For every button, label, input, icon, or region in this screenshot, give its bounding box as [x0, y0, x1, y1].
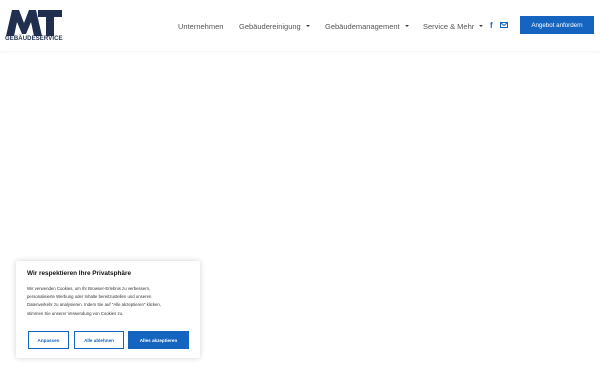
- cookie-text-line: Wir verwenden Cookies, um Ihr Browser-Er…: [27, 286, 151, 291]
- nav-item-gebaeudereinigung[interactable]: Gebäudereinigung: [239, 20, 310, 32]
- nav-item-label: Gebäudemanagement: [325, 21, 400, 31]
- mail-icon[interactable]: [500, 22, 508, 28]
- reject-all-cookies-button[interactable]: Alle ablehnen: [74, 331, 124, 349]
- chevron-down-icon: [404, 25, 409, 27]
- request-quote-button[interactable]: Angebot anfordern: [520, 16, 594, 34]
- cookie-text-line: Datenverkehr zu analysieren. Indem Sie a…: [27, 302, 161, 308]
- nav-item-label: Gebäudereinigung: [239, 21, 301, 31]
- chevron-down-icon: [305, 25, 310, 27]
- nav-item-service-mehr[interactable]: Service & Mehr: [423, 20, 484, 32]
- cookie-text-line: stimmen Sie unserer Verwendung von Cooki…: [27, 310, 124, 316]
- facebook-icon[interactable]: f: [490, 21, 496, 31]
- nav-item-gebaeudemanagement[interactable]: Gebäudemanagement: [325, 20, 409, 32]
- nav-item-label: Service & Mehr: [423, 21, 475, 31]
- site-header: GEBÄUDESERVICE Unternehmen Gebäudereinig…: [0, 0, 600, 51]
- logo-subtitle: GEBÄUDESERVICE: [5, 36, 63, 42]
- cookie-consent-banner: Wir respektieren Ihre Privatsphäre Wir v…: [16, 261, 200, 358]
- nav-item-unternehmen[interactable]: Unternehmen: [178, 20, 223, 32]
- cookie-banner-title: Wir respektieren Ihre Privatsphäre: [27, 270, 132, 277]
- customize-cookies-button[interactable]: Anpassen: [28, 331, 69, 349]
- cookie-banner-text: Wir verwenden Cookies, um Ihr Browser-Er…: [27, 285, 193, 318]
- chevron-down-icon: [479, 25, 484, 27]
- cookie-text-line: personalisierte Werbung oder Inhalte ber…: [27, 294, 152, 300]
- nav-item-label: Unternehmen: [178, 21, 224, 31]
- accept-all-cookies-button[interactable]: Alles akzeptieren: [128, 331, 189, 349]
- main-nav: Unternehmen Gebäudereinigung Gebäudemana…: [0, 20, 600, 32]
